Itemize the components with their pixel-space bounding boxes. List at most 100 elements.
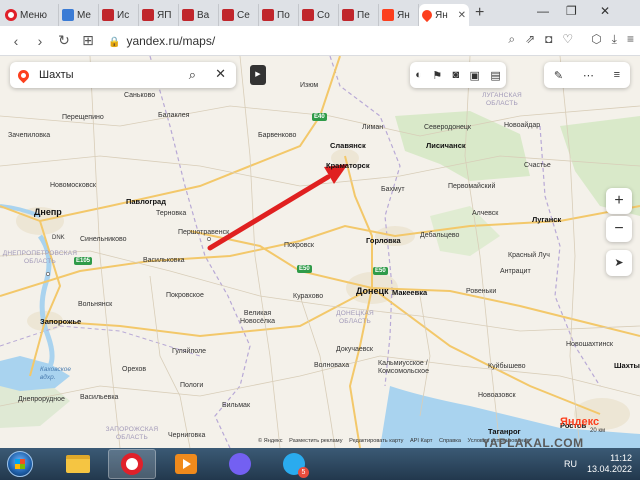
map-label: Первомайский xyxy=(448,183,496,190)
yandex-maps-icon xyxy=(419,7,435,23)
clock[interactable]: 11:12 13.04.2022 xyxy=(587,453,632,475)
language-indicator[interactable]: RU xyxy=(564,459,577,469)
map-canvas[interactable]: Саньково Изюм ЛУГАНСКАЯ ОБЛАСТЬ Перещепи… xyxy=(0,56,640,448)
clear-icon[interactable]: ✕ xyxy=(215,66,226,82)
tab-yaplakal-6[interactable]: Со xyxy=(299,4,339,26)
map-label: Бахмут xyxy=(381,186,405,193)
map-label: Докучаевск xyxy=(336,346,373,353)
yaplakal-icon xyxy=(102,9,114,21)
tab-menu[interactable]: Меню xyxy=(2,4,59,26)
map-label: ДОНЕЦКАЯ ОБЛАСТЬ xyxy=(336,310,374,325)
map-label: Лиман xyxy=(362,124,384,131)
map-label: Синельниково xyxy=(80,236,127,243)
geolocation-icon[interactable]: ➤ xyxy=(606,250,632,276)
map-label: Орехов xyxy=(122,366,147,373)
map-label: Покровское xyxy=(166,292,204,299)
tab-yaplakal-2[interactable]: ЯП xyxy=(139,4,179,26)
map-label: Волноваха xyxy=(314,362,350,369)
map-label: Куйбышево xyxy=(488,363,526,370)
more-icon[interactable]: ⋯ xyxy=(583,69,594,82)
reload-icon[interactable]: ↻ xyxy=(52,32,76,49)
map-tools-toolbar: ✎ ⋯ ≡ xyxy=(544,62,630,88)
yaplakal-icon xyxy=(222,9,234,21)
tab-yaplakal-1[interactable]: Ис xyxy=(99,4,139,26)
tab-vk[interactable]: Me xyxy=(59,4,99,26)
tab-yaplakal-4[interactable]: Се xyxy=(219,4,259,26)
panel-toggle-button[interactable]: ▶ xyxy=(250,65,266,85)
window-close-icon[interactable]: ✕ xyxy=(600,4,610,18)
transport-icon[interactable]: ▣ xyxy=(470,69,480,82)
road-label: E50 xyxy=(297,265,312,273)
scale-label: 20 км xyxy=(590,428,606,434)
close-icon[interactable]: ✕ xyxy=(458,10,466,21)
yaplakal-icon xyxy=(142,9,154,21)
search-icon[interactable]: ⌕ xyxy=(189,67,196,83)
tab-yaplakal-3[interactable]: Ва xyxy=(179,4,219,26)
forward-icon[interactable]: › xyxy=(28,33,52,49)
zoom-out-button[interactable]: − xyxy=(606,216,632,242)
road-label: E40 xyxy=(312,113,327,121)
minimize-icon[interactable]: — xyxy=(537,4,549,18)
back-icon[interactable]: ‹ xyxy=(4,33,28,49)
map-label: Бильмак xyxy=(222,402,251,409)
map-label: Горловка xyxy=(366,236,401,245)
map-layers-toolbar: ◐ ⚑ ◙ ▣ ▤ xyxy=(410,62,506,88)
bookmark-icon[interactable]: ♡ xyxy=(562,32,573,47)
footer-help-link[interactable]: Справка xyxy=(439,438,461,444)
map-label: Новомосковск xyxy=(50,182,96,189)
yaplakal-icon xyxy=(302,9,314,21)
map-label: Каховское вдхр. xyxy=(40,366,72,381)
footer-advertise-link[interactable]: Разместить рекламу xyxy=(289,438,342,444)
send-icon[interactable]: ⇗ xyxy=(525,32,535,47)
taskbar-explorer[interactable] xyxy=(54,449,102,479)
download-icon[interactable]: ⤓ xyxy=(612,32,617,47)
menu-icon[interactable]: ≡ xyxy=(627,32,634,47)
search-icon[interactable]: ⌕ xyxy=(508,32,515,47)
map-label: Балаклея xyxy=(158,112,190,119)
zoom-in-button[interactable]: + xyxy=(606,188,632,214)
map-pin-icon xyxy=(15,67,32,83)
layers-icon[interactable]: ◐ xyxy=(415,69,422,81)
new-tab-button[interactable]: + xyxy=(475,4,484,22)
tab-yandex-maps[interactable]: Ян ✕ xyxy=(419,4,469,26)
panorama-icon[interactable]: ▤ xyxy=(490,69,500,82)
camera-icon[interactable]: ◘ xyxy=(545,32,552,47)
windows-icon xyxy=(7,451,33,477)
notification-badge: 5 xyxy=(298,467,309,478)
map-label: ДНЕПРОПЕТРОВСКАЯ ОБЛАСТЬ xyxy=(2,250,78,265)
map-label: Пологи xyxy=(180,382,204,389)
footer-edit-map-link[interactable]: Редактировать карту xyxy=(349,438,403,444)
opera-icon xyxy=(5,9,17,21)
menu-icon[interactable]: ≡ xyxy=(614,69,620,81)
folder-icon xyxy=(66,455,90,473)
taskbar-media-player[interactable] xyxy=(162,449,210,479)
map-label: Саньково xyxy=(124,92,156,99)
road-label: E105 xyxy=(74,257,93,265)
map-label: Славянск xyxy=(330,141,366,150)
extension-icon[interactable]: ⬡ xyxy=(591,32,601,47)
taskbar-viber[interactable] xyxy=(216,449,264,479)
tab-yaplakal-5[interactable]: По xyxy=(259,4,299,26)
start-button[interactable] xyxy=(0,448,40,480)
tabs-grid-icon[interactable]: ⊞ xyxy=(76,32,100,49)
road-label: E50 xyxy=(373,267,388,275)
address-bar[interactable]: 🔒 yandex.ru/maps/ xyxy=(108,34,215,48)
maximize-icon[interactable]: ❐ xyxy=(566,4,577,18)
yaplakal-icon xyxy=(182,9,194,21)
map-label: Новоазовск xyxy=(478,392,516,399)
yaplakal-icon xyxy=(342,9,354,21)
taskbar-telegram[interactable]: 5 xyxy=(270,449,318,479)
map-label: Покровск xyxy=(284,242,314,249)
search-box[interactable]: Шахты ⌕ ✕ xyxy=(10,62,236,88)
clock-date: 13.04.2022 xyxy=(586,464,632,474)
map-label: Днепр xyxy=(34,207,62,217)
traffic-icon[interactable]: ⚑ xyxy=(432,69,442,82)
ruler-icon[interactable]: ✎ xyxy=(554,69,563,82)
tab-yandex[interactable]: Ян xyxy=(379,4,419,26)
taskbar-opera[interactable] xyxy=(108,449,156,479)
map-label: Алчевск xyxy=(472,210,499,217)
footer-api-link[interactable]: API Карт xyxy=(410,438,433,444)
tab-yaplakal-7[interactable]: Пе xyxy=(339,4,379,26)
search-input[interactable]: Шахты xyxy=(39,69,74,81)
camera-icon[interactable]: ◙ xyxy=(453,69,460,81)
